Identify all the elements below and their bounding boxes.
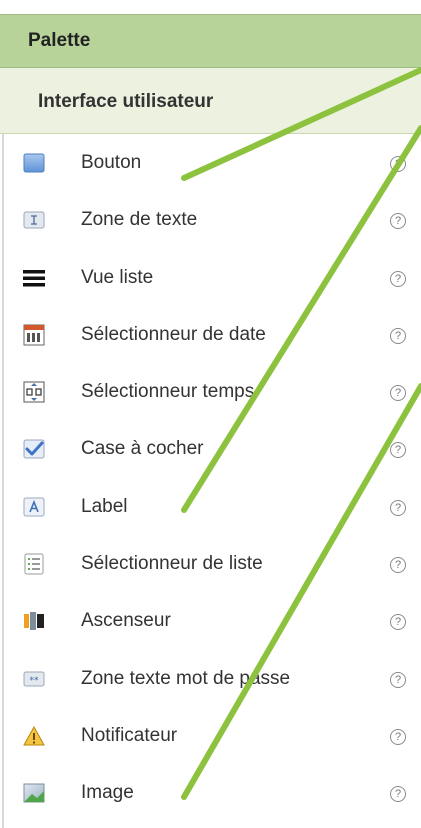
help-icon[interactable]: ? [390, 499, 406, 516]
list-item-label: Notificateur [81, 724, 178, 746]
help-icon[interactable]: ? [390, 213, 406, 230]
list-item-label-component[interactable]: Label ? [0, 478, 421, 535]
help-icon[interactable]: ? [390, 270, 406, 287]
list-item-label: Zone de texte [81, 209, 198, 231]
list-item-button[interactable]: Bouton ? [0, 134, 421, 191]
category-header-user-interface[interactable]: Interface utilisateur [0, 68, 421, 134]
category-title: Interface utilisateur [38, 91, 214, 112]
help-icon[interactable]: ? [390, 442, 406, 459]
component-list: Bouton ? Zone de texte ? Vue liste ? Sél… [0, 134, 421, 822]
help-icon[interactable]: ? [390, 557, 406, 574]
list-item-label: Sélectionneur de date [81, 323, 266, 345]
list-item-label: Case à cocher [81, 438, 204, 460]
checkbox-icon [23, 439, 45, 459]
list-item-passwordtextbox[interactable]: ** Zone texte mot de passe ? [0, 650, 421, 707]
list-item-label: Ascenseur [81, 610, 171, 632]
help-icon[interactable]: ? [390, 614, 406, 631]
list-item-textbox[interactable]: Zone de texte ? [0, 191, 421, 248]
palette-header[interactable]: Palette [0, 14, 421, 68]
passwordtextbox-icon: ** [23, 671, 45, 687]
help-icon[interactable]: ? [390, 786, 406, 803]
help-icon[interactable]: ? [390, 728, 406, 745]
textbox-icon [23, 211, 45, 229]
help-icon[interactable]: ? [390, 156, 406, 172]
timepicker-icon [23, 381, 45, 403]
listview-icon [23, 269, 45, 287]
help-icon[interactable]: ? [390, 671, 406, 688]
list-item-label: Sélectionneur temps [81, 381, 255, 403]
list-item-image[interactable]: Image ? [0, 764, 421, 821]
list-item-timepicker[interactable]: Sélectionneur temps ? [0, 363, 421, 420]
svg-text:**: ** [30, 676, 40, 686]
list-item-label: Vue liste [81, 266, 154, 288]
list-item-label: Label [81, 495, 128, 517]
list-item-slider[interactable]: Ascenseur ? [0, 592, 421, 649]
list-item-label: Zone texte mot de passe [81, 667, 291, 689]
list-item-listpicker[interactable]: Sélectionneur de liste ? [0, 535, 421, 592]
label-icon [23, 497, 45, 517]
notifier-icon [23, 725, 45, 746]
help-icon[interactable]: ? [390, 385, 406, 402]
list-item-label: Bouton [81, 152, 142, 173]
list-item-checkbox[interactable]: Case à cocher ? [0, 420, 421, 477]
button-icon [23, 153, 45, 173]
list-item-datepicker[interactable]: Sélectionneur de date ? [0, 306, 421, 363]
listpicker-icon [24, 553, 44, 575]
slider-icon [24, 612, 44, 631]
list-item-label: Image [81, 782, 134, 804]
palette-panel: Palette Interface utilisateur Bouton ? Z… [0, 0, 421, 828]
list-item-notifier[interactable]: Notificateur ? [0, 707, 421, 764]
list-item-listview[interactable]: Vue liste ? [0, 249, 421, 306]
list-item-label: Sélectionneur de liste [81, 553, 263, 575]
image-icon [23, 783, 45, 803]
datepicker-icon [23, 324, 45, 346]
palette-title: Palette [28, 30, 91, 51]
help-icon[interactable]: ? [390, 327, 406, 344]
